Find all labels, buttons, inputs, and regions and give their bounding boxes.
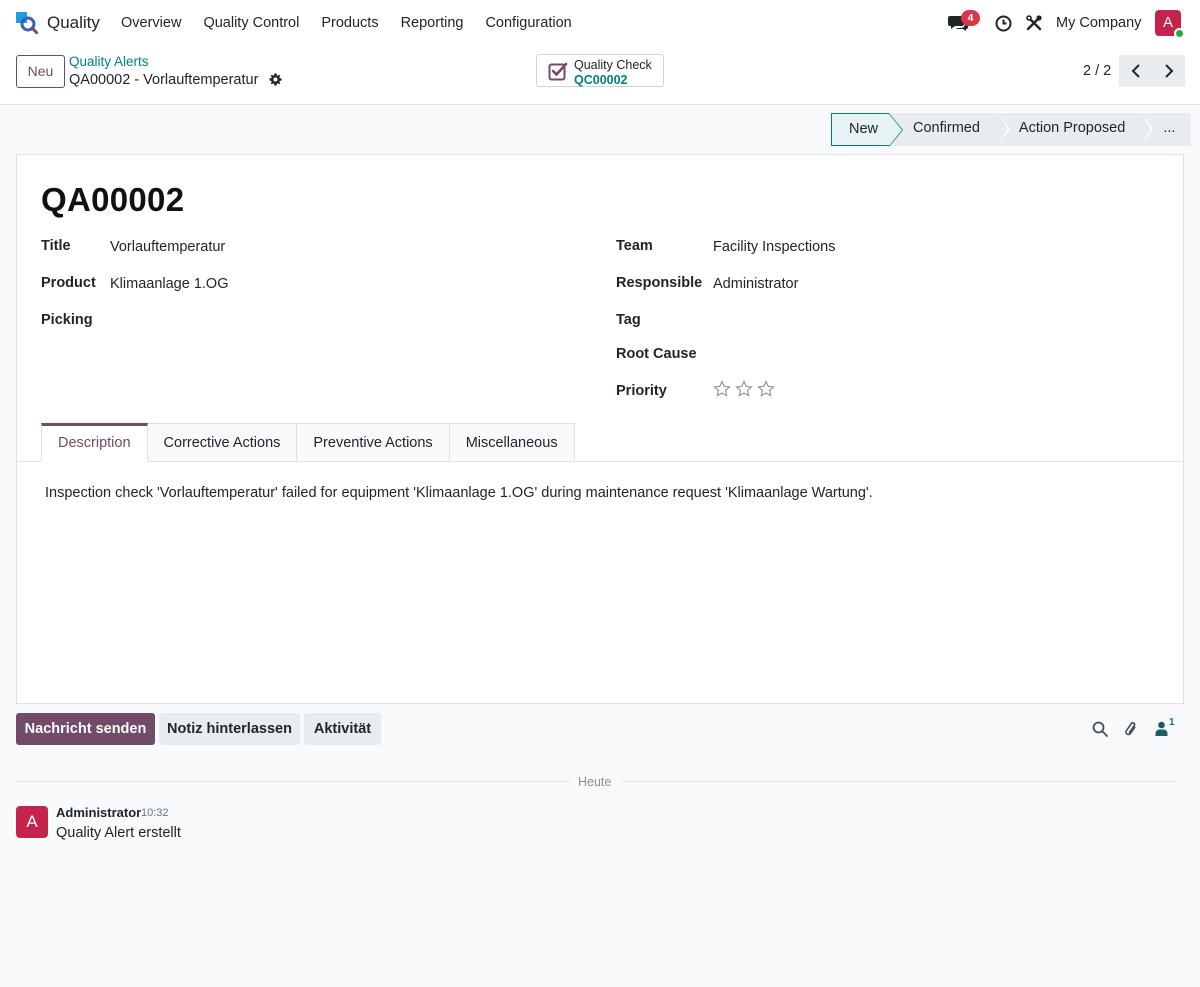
- day-separator-label: Heute: [578, 775, 612, 789]
- chevron-right-icon: [1165, 64, 1174, 78]
- main-menu: Overview Quality Control Products Report…: [110, 0, 583, 46]
- message-time: 10:32: [141, 807, 169, 819]
- stage-confirmed-label: Confirmed: [913, 120, 980, 136]
- field-label-picking: Picking: [41, 312, 93, 328]
- menu-products[interactable]: Products: [310, 0, 389, 46]
- stage-action-proposed[interactable]: Action Proposed: [997, 113, 1154, 146]
- field-label-product: Product: [41, 275, 96, 291]
- activity-button[interactable]: Aktivität: [304, 713, 381, 745]
- stage-statusbar: New Confirmed Action Proposed ...: [831, 113, 1192, 147]
- pager-value[interactable]: 2 / 2: [1083, 63, 1111, 79]
- company-switcher[interactable]: My Company: [1056, 15, 1141, 31]
- tab-miscellaneous[interactable]: Miscellaneous: [449, 423, 575, 462]
- field-label-root-cause: Root Cause: [616, 346, 697, 362]
- star-icon[interactable]: [735, 380, 753, 398]
- quality-check-smart-button[interactable]: Quality Check QC00002: [536, 54, 664, 87]
- field-label-team: Team: [616, 238, 653, 254]
- field-picking[interactable]: [110, 313, 510, 331]
- field-label-priority: Priority: [616, 383, 667, 399]
- send-message-button[interactable]: Nachricht senden: [16, 713, 155, 745]
- day-separator-line: [622, 781, 1176, 782]
- breadcrumb-current-record: QA00002 - Vorlauftemperatur: [69, 72, 259, 88]
- activity-clock-icon[interactable]: [995, 15, 1012, 32]
- menu-reporting[interactable]: Reporting: [390, 0, 475, 46]
- chat-badge: 4: [961, 10, 980, 26]
- message-author-avatar[interactable]: A: [16, 806, 48, 838]
- star-icon[interactable]: [713, 380, 731, 398]
- breadcrumb-quality-alerts[interactable]: Quality Alerts: [69, 54, 149, 69]
- description-text[interactable]: Inspection check 'Vorlauftemperatur' fai…: [45, 485, 873, 501]
- menu-configuration[interactable]: Configuration: [474, 0, 582, 46]
- app-name[interactable]: Quality: [47, 13, 100, 33]
- message-body: Quality Alert erstellt: [56, 825, 181, 841]
- menu-quality-control[interactable]: Quality Control: [192, 0, 310, 46]
- top-navbar: Quality Overview Quality Control Product…: [0, 0, 1200, 46]
- log-note-button[interactable]: Notiz hinterlassen: [159, 713, 300, 745]
- chevron-left-icon: [1131, 64, 1140, 78]
- stage-new[interactable]: New: [831, 113, 904, 147]
- field-team[interactable]: Facility Inspections: [713, 239, 836, 255]
- field-root-cause[interactable]: [713, 347, 1113, 365]
- star-icon[interactable]: [757, 380, 775, 398]
- form-sheet: QA00002 Title Vorlauftemperatur Product …: [16, 154, 1184, 704]
- smart-button-value: QC00002: [574, 73, 628, 87]
- tab-preventive-actions[interactable]: Preventive Actions: [297, 423, 450, 462]
- stage-more-label: ...: [1163, 120, 1176, 136]
- gear-icon[interactable]: [269, 73, 282, 86]
- day-separator-line: [16, 781, 570, 782]
- smart-button-label: Quality Check: [574, 58, 652, 72]
- online-status-dot: [1174, 28, 1185, 39]
- follower-count: 1: [1169, 717, 1175, 728]
- user-avatar-letter: A: [1162, 14, 1173, 31]
- stage-action-proposed-label: Action Proposed: [1018, 120, 1126, 136]
- menu-overview[interactable]: Overview: [110, 0, 192, 46]
- field-title[interactable]: Vorlauftemperatur: [110, 239, 225, 255]
- field-tag[interactable]: [713, 313, 1113, 331]
- paperclip-icon[interactable]: [1123, 720, 1139, 738]
- checkbox-checked-icon: [548, 62, 568, 81]
- quality-app-icon[interactable]: [16, 12, 38, 34]
- control-panel: Neu Quality Alerts QA00002 - Vorlauftemp…: [0, 46, 1200, 105]
- tab-corrective-actions[interactable]: Corrective Actions: [147, 423, 298, 462]
- priority-stars: [713, 380, 775, 398]
- stage-new-label: New: [849, 121, 879, 137]
- field-responsible[interactable]: Administrator: [713, 276, 798, 292]
- field-label-responsible: Responsible: [616, 275, 703, 291]
- followers-icon[interactable]: [1155, 721, 1168, 736]
- message-author[interactable]: Administrator: [56, 805, 141, 820]
- debug-tools-icon[interactable]: [1025, 14, 1043, 32]
- field-label-tag: Tag: [616, 312, 641, 328]
- search-icon[interactable]: [1092, 721, 1108, 737]
- pager-previous-button[interactable]: [1119, 55, 1152, 87]
- pager-next-button[interactable]: [1152, 55, 1185, 87]
- stage-confirmed[interactable]: Confirmed: [889, 113, 1010, 146]
- field-product[interactable]: Klimaanlage 1.OG: [110, 276, 228, 292]
- notebook-tabs: Description Corrective Actions Preventiv…: [41, 423, 575, 462]
- tab-description[interactable]: Description: [41, 423, 148, 462]
- new-button[interactable]: Neu: [16, 55, 65, 88]
- user-avatar[interactable]: A: [1155, 10, 1185, 39]
- record-name[interactable]: QA00002: [41, 181, 184, 219]
- field-label-title: Title: [41, 238, 71, 254]
